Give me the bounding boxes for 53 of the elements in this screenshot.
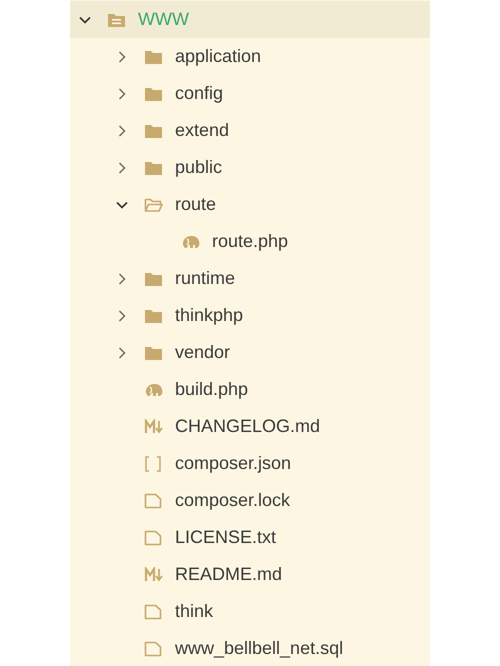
markdown-icon xyxy=(144,566,164,582)
item-label: application xyxy=(175,45,262,68)
tree-row[interactable]: think xyxy=(70,593,430,630)
item-label: composer.json xyxy=(175,452,292,475)
tree-row[interactable]: route xyxy=(70,186,430,223)
tree-row[interactable]: www_bellbell_net.sql xyxy=(70,630,430,666)
folder-icon xyxy=(107,12,126,28)
tree-row[interactable]: CHANGELOG.md xyxy=(70,408,430,445)
folder-icon xyxy=(144,122,163,138)
folder-icon xyxy=(144,86,163,102)
elephant-icon xyxy=(181,234,201,250)
item-label: think xyxy=(175,600,214,623)
item-label: config xyxy=(175,82,224,105)
tree-row[interactable]: public xyxy=(70,149,430,186)
folder-icon xyxy=(144,48,163,64)
tree-row[interactable]: README.md xyxy=(70,556,430,593)
folder-icon xyxy=(144,308,163,324)
item-label: composer.lock xyxy=(175,489,290,512)
item-label: public xyxy=(175,156,222,179)
open-folder-icon xyxy=(144,196,163,212)
file-icon xyxy=(144,530,162,546)
item-label: build.php xyxy=(175,378,248,401)
tree-row[interactable]: build.php xyxy=(70,371,430,408)
file-icon xyxy=(144,604,162,620)
elephant-icon xyxy=(144,382,164,398)
file-icon xyxy=(144,640,162,656)
item-label: route.php xyxy=(212,230,288,253)
tree-row[interactable]: thinkphp xyxy=(70,297,430,334)
folder-icon xyxy=(144,270,163,286)
tree-row[interactable]: application xyxy=(70,38,430,75)
tree-row[interactable]: config xyxy=(70,75,430,112)
brackets-icon xyxy=(144,454,162,472)
tree-row[interactable]: composer.json xyxy=(70,445,430,482)
item-label: thinkphp xyxy=(175,304,244,327)
item-label: runtime xyxy=(175,267,236,290)
file-icon xyxy=(144,492,162,508)
item-label: README.md xyxy=(175,563,282,586)
item-label: LICENSE.txt xyxy=(175,526,276,549)
item-label: vendor xyxy=(175,341,230,364)
folder-icon xyxy=(144,344,163,360)
markdown-icon xyxy=(144,418,164,434)
tree-row[interactable]: composer.lock xyxy=(70,482,430,519)
item-label: CHANGELOG.md xyxy=(175,415,320,438)
tree-row[interactable]: LICENSE.txt xyxy=(70,519,430,556)
item-label: www_bellbell_net.sql xyxy=(175,637,344,660)
tree-row[interactable]: extend xyxy=(70,112,430,149)
tree-row[interactable]: vendor xyxy=(70,334,430,371)
tree-row[interactable]: route.php xyxy=(70,223,430,260)
item-label: route xyxy=(175,193,216,216)
item-label: WWW xyxy=(138,8,189,31)
tree-row[interactable]: runtime xyxy=(70,260,430,297)
item-label: extend xyxy=(175,119,230,142)
folder-icon xyxy=(144,160,163,176)
